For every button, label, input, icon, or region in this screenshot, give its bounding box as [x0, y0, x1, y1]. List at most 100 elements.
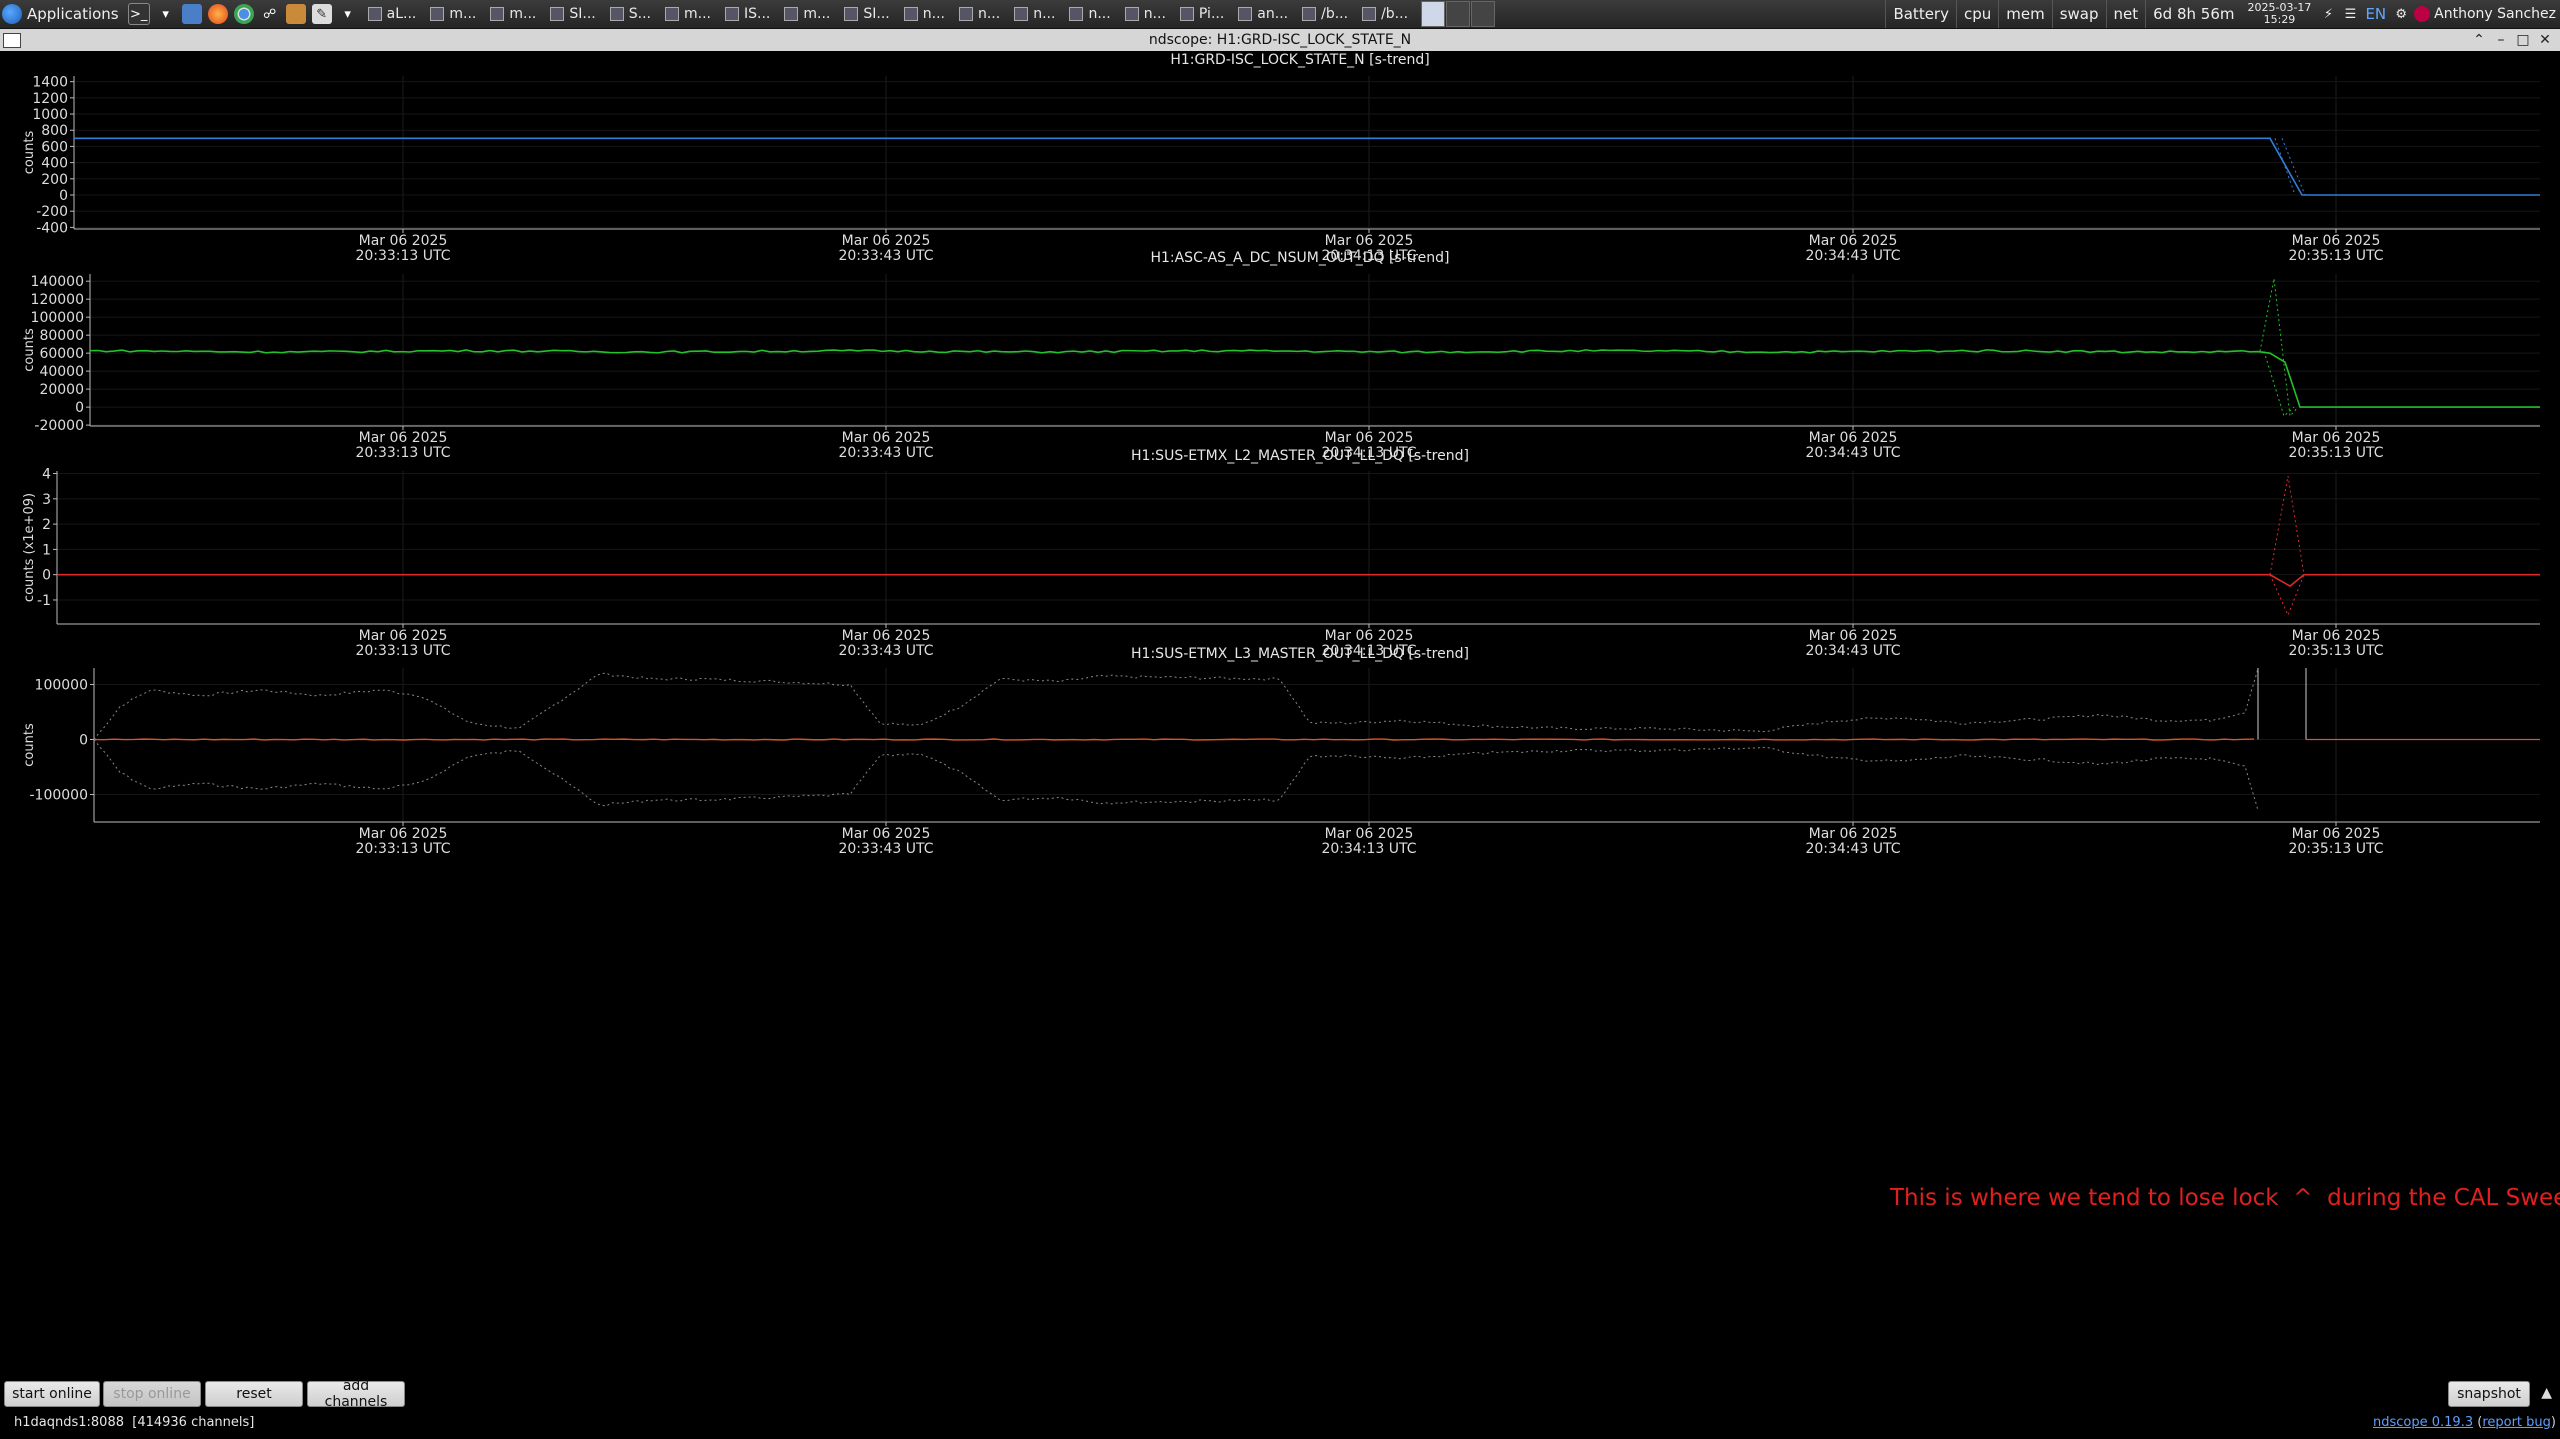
x-tick-date: Mar 06 2025	[1325, 628, 1414, 644]
task-list: aL... m... m... SI... S... m... IS... m... SI...…	[361, 3, 1415, 25]
taskbar-window-button[interactable]: SI...	[545, 3, 600, 25]
taskbar-window-button[interactable]: n...	[1120, 3, 1171, 25]
taskbar-window-button[interactable]: m...	[779, 3, 835, 25]
taskbar-window-button[interactable]: /b...	[1297, 3, 1353, 25]
system-tray: Battery cpu mem swap net 6d 8h 56m 2025-…	[1885, 0, 2560, 28]
taskbar-window-button[interactable]: SI...	[839, 3, 894, 25]
editor-icon[interactable]: ✎	[311, 4, 332, 24]
user-menu[interactable]: Anthony Sanchez	[2412, 6, 2560, 22]
window-icon	[1014, 7, 1029, 21]
reset-button[interactable]: reset	[205, 1381, 303, 1407]
clock[interactable]: 2025-03-17 15:29	[2242, 2, 2318, 26]
plot-canvas[interactable]: 1000000-100000countsMar 06 202520:33:13 …	[0, 646, 2560, 976]
cpu-monitor[interactable]: cpu	[1955, 0, 1998, 28]
maximize-icon[interactable]: □	[2512, 32, 2534, 48]
workspace-3[interactable]	[1471, 1, 1496, 27]
y-tick-label: -400	[36, 220, 68, 236]
taskbar-window-label: n...	[977, 6, 1001, 22]
taskbar-window-label: S...	[628, 6, 651, 22]
y-tick-label: -200	[36, 204, 68, 220]
taskbar-window-button[interactable]: n...	[1009, 3, 1060, 25]
keyboard-layout[interactable]: EN	[2361, 5, 2390, 23]
workspace-switcher[interactable]	[1421, 1, 1496, 27]
taskbar-window-button[interactable]: aL...	[363, 3, 422, 25]
taskbar-window-label: IS...	[744, 6, 771, 22]
taskbar-window-button[interactable]: n...	[954, 3, 1005, 25]
expand-arrow-icon[interactable]: ▲	[2541, 1385, 2552, 1401]
status-version: ndscope 0.19.3 (report bug)	[2373, 1415, 2556, 1430]
chrome-icon[interactable]	[233, 4, 254, 24]
taskbar-window-button[interactable]: S...	[605, 3, 656, 25]
series-max-line	[93, 667, 2259, 740]
terminal-launcher-icon[interactable]: >_	[127, 3, 150, 25]
dropdown-chevron-icon[interactable]: ▾	[338, 4, 358, 24]
bottom-toolbar: start online stop online reset add chann…	[0, 1378, 2560, 1439]
taskbar-window-button[interactable]: IS...	[720, 3, 775, 25]
add-channels-button[interactable]: add channels	[307, 1378, 405, 1410]
settings-icon[interactable]: ⚙	[2393, 6, 2409, 22]
user-name: Anthony Sanchez	[2434, 6, 2556, 22]
x-tick-date: Mar 06 2025	[842, 628, 931, 644]
series-max-line	[2269, 475, 2305, 575]
taskbar-window-button[interactable]: an...	[1233, 3, 1293, 25]
window-icon	[725, 7, 739, 21]
plot-area[interactable]: H1:GRD-ISC_LOCK_STATE_N [s-trend] 1400 12…	[0, 52, 2560, 1378]
file-manager-icon[interactable]	[181, 4, 202, 24]
applications-logo-icon	[2, 4, 22, 24]
workspace-2[interactable]	[1446, 1, 1471, 27]
x-tick-time: 20:33:13 UTC	[355, 841, 450, 857]
y-tick-label: 60000	[39, 346, 84, 362]
share-icon[interactable]: ☍	[260, 4, 280, 24]
y-tick-label: 80000	[39, 328, 84, 344]
mem-monitor[interactable]: mem	[1998, 0, 2051, 28]
workspace-1[interactable]	[1421, 1, 1446, 27]
x-tick-date: Mar 06 2025	[359, 628, 448, 644]
stop-online-button: stop online	[103, 1381, 201, 1407]
battery-monitor[interactable]: Battery	[1885, 0, 1956, 28]
window-icon	[430, 7, 445, 21]
taskbar-window-button[interactable]: n...	[899, 3, 950, 25]
window-icon	[490, 7, 505, 21]
snapshot-button[interactable]: snapshot	[2448, 1381, 2530, 1407]
clock-time: 15:29	[2263, 13, 2296, 26]
taskbar-window-button[interactable]: n...	[1064, 3, 1115, 25]
x-tick-date: Mar 06 2025	[1809, 628, 1898, 644]
status-server: h1daqnds1:8088 [414936 channels]	[14, 1415, 254, 1430]
window-shade-icon[interactable]: ⌃	[2468, 32, 2490, 48]
network-icon[interactable]: ☰	[2342, 6, 2358, 22]
window-icon	[784, 7, 799, 21]
start-online-button[interactable]: start online	[4, 1381, 100, 1407]
taskbar-window-button[interactable]: /b...	[1357, 3, 1413, 25]
taskbar-window-label: aL...	[386, 6, 417, 22]
label-clip-mask	[0, 857, 2560, 917]
window-icon	[1124, 7, 1139, 21]
y-tick-label: 1400	[32, 75, 68, 91]
y-tick-label: 200	[41, 172, 68, 188]
window-menu-icon[interactable]	[3, 33, 21, 48]
taskbar-window-button[interactable]: m...	[425, 3, 481, 25]
taskbar-window-button[interactable]: m...	[485, 3, 541, 25]
y-axis-label: counts (x1e+09)	[22, 493, 37, 602]
close-icon[interactable]: ✕	[2534, 32, 2556, 48]
users-icon[interactable]	[285, 4, 306, 24]
net-monitor[interactable]: net	[2105, 0, 2146, 28]
y-tick-label: 100000	[31, 310, 84, 326]
app-version-link[interactable]: ndscope 0.19.3	[2373, 1415, 2473, 1430]
y-tick-label: -100000	[30, 788, 89, 804]
window-icon	[958, 7, 973, 21]
x-tick-date: Mar 06 2025	[1809, 826, 1898, 842]
plot-sus-etmx-l3-master-out[interactable]: H1:SUS-ETMX_L3_MASTER_OUT_LL_DQ [s-trend…	[0, 646, 2560, 966]
firefox-icon[interactable]	[207, 4, 228, 24]
power-icon[interactable]: ⚡	[2320, 6, 2336, 22]
taskbar-window-label: n...	[1143, 6, 1166, 22]
x-tick-date: Mar 06 2025	[1809, 233, 1898, 249]
x-tick-time: 20:34:13 UTC	[1321, 841, 1416, 857]
report-bug-link[interactable]: report bug	[2482, 1415, 2551, 1430]
lock-loss-annotation: This is where we tend to lose lock ^ dur…	[1890, 1185, 2560, 1211]
applications-menu[interactable]: Applications	[0, 0, 125, 28]
dropdown-chevron-icon[interactable]: ▾	[156, 4, 176, 24]
taskbar-window-button[interactable]: Pi...	[1175, 3, 1229, 25]
swap-monitor[interactable]: swap	[2051, 0, 2106, 28]
taskbar-window-button[interactable]: m...	[660, 3, 716, 25]
minimize-icon[interactable]: –	[2490, 32, 2512, 48]
